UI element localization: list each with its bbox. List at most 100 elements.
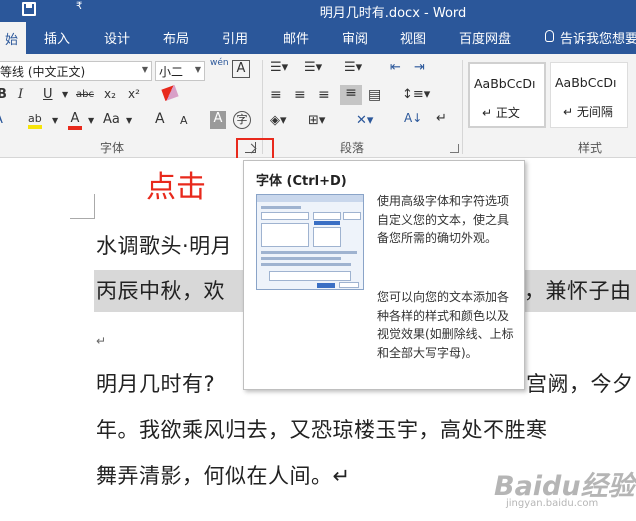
style-name: ↵ 无间隔 [563, 105, 613, 119]
increase-indent-icon[interactable]: ⇥ [414, 60, 425, 75]
align-right-icon[interactable]: ≡ [318, 87, 330, 103]
styles-group-label: 样式 [578, 141, 603, 155]
preview-button [317, 283, 335, 288]
character-shading-button[interactable]: A [210, 111, 226, 129]
text-effects-button[interactable]: A [0, 112, 3, 127]
tab-view[interactable]: 视图 [400, 28, 426, 47]
preview-field [313, 212, 341, 220]
window-title: 明月几时有.docx - Word [319, 6, 467, 21]
tooltip-title: 字体 (Ctrl+D) [256, 174, 347, 189]
style-normal[interactable]: AaBbCcDı ↵ 正文 [468, 62, 546, 128]
align-center-icon[interactable]: ≡ [294, 87, 306, 103]
justify-icon[interactable]: ≡ [340, 85, 362, 105]
ribbon-tab-row: 始 插入 设计 布局 引用 邮件 审阅 视图 百度网盘 告诉我您想要 [0, 22, 636, 54]
font-dialog-tooltip: 字体 (Ctrl+D) 使用高级字体和字符选项自定义您的文本，使之具备您所需的确… [243, 160, 525, 390]
shrink-font-button[interactable]: A [180, 114, 188, 127]
shading-icon[interactable]: ◈▾ [270, 113, 287, 128]
bold-button[interactable]: B [0, 87, 7, 102]
doc-line-preface-start: 丙辰中秋，欢 [96, 279, 225, 303]
sort-icon[interactable]: A↓ [404, 111, 422, 125]
bullets-icon[interactable]: ☰▾ [270, 60, 288, 75]
margin-corner-mark [70, 218, 95, 219]
superscript-button[interactable]: x² [128, 87, 140, 101]
preview-field [343, 212, 361, 220]
doc-line-preface-end: ，兼怀子由 [524, 279, 632, 303]
enclose-characters-button[interactable]: 字 [233, 111, 251, 129]
styles-gallery: AaBbCcDı ↵ 正文 AaBbCcDı ↵ 无间隔 [468, 62, 636, 132]
font-name-combo[interactable]: 等线 (中文正文) ▼ [0, 61, 152, 81]
decrease-indent-icon[interactable]: ⇤ [390, 60, 401, 75]
tab-home[interactable]: 始 [0, 22, 26, 54]
ribbon-home: 等线 (中文正文) ▼ 小二 ▼ wén A B I U ▼ abc x₂ x²… [0, 54, 636, 158]
doc-line-verse-1-start: 明月几时有? [96, 372, 216, 396]
numbering-icon[interactable]: ☰▾ [304, 60, 322, 75]
doc-line-verse-3: 舞弄清影，何似在人间。↵ [96, 464, 351, 488]
preview-field [261, 212, 309, 220]
line-spacing-icon[interactable]: ↕≡▾ [402, 87, 430, 102]
borders-icon[interactable]: ⊞▾ [308, 113, 325, 128]
show-marks-icon[interactable]: ↵ [436, 111, 447, 126]
style-sample: AaBbCcDı [555, 75, 617, 90]
doc-line-verse-1-end: 宫阙，今夕 [526, 372, 634, 396]
group-divider [462, 60, 463, 154]
doc-line-title: 水调歌头·明月 [96, 234, 233, 258]
highlight-button[interactable]: ab [28, 112, 42, 129]
font-size-combo[interactable]: 小二 ▼ [155, 61, 205, 81]
preview-row [261, 263, 351, 266]
tooltip-description-1: 使用高级字体和字符选项自定义您的文本，使之具备您所需的确切外观。 [377, 194, 510, 245]
tab-insert[interactable]: 插入 [44, 28, 70, 47]
font-group-label: 字体 [100, 141, 125, 155]
tab-baidu-netdisk[interactable]: 百度网盘 [459, 28, 511, 47]
chevron-down-icon: ▼ [141, 65, 148, 74]
font-size-value: 小二 [159, 65, 184, 79]
doc-line-verse-2: 年。我欲乘风归去，又恐琼楼玉宇，高处不胜寒 [96, 418, 548, 442]
paragraph-group-label: 段落 [340, 141, 365, 155]
phonetic-guide-button[interactable]: wén [210, 58, 229, 68]
chevron-down-icon[interactable]: ▼ [88, 116, 94, 125]
baidu-jingyan-watermark: Baidu经验 jingyan.baidu.com [484, 464, 635, 516]
tab-review[interactable]: 审阅 [342, 28, 368, 47]
clear-formatting-icon[interactable] [161, 84, 179, 102]
tab-layout[interactable]: 布局 [163, 28, 189, 47]
font-dialog-preview-image [256, 194, 364, 290]
character-border-button[interactable]: A [232, 60, 250, 78]
strikethrough-button[interactable]: abc [76, 89, 94, 100]
italic-button[interactable]: I [18, 87, 23, 102]
preview-row [261, 257, 341, 260]
tooltip-description-2: 您可以向您的文本添加各种各样的样式和颜色以及视觉效果(如删除线、上标和全部大写字… [377, 290, 514, 360]
multilevel-list-icon[interactable]: ☰▾ [344, 60, 362, 75]
preview-selection [314, 221, 340, 225]
paragraph-dialog-launcher[interactable] [450, 144, 459, 153]
preview-button [339, 282, 359, 288]
preview-list [313, 227, 341, 247]
preview-row [261, 251, 357, 254]
preview-list [261, 223, 309, 247]
tell-me-box[interactable]: 告诉我您想要 [560, 28, 636, 47]
grow-font-button[interactable]: A [155, 111, 165, 127]
preview-sample-box [269, 271, 351, 281]
preview-row [261, 206, 301, 209]
change-case-button[interactable]: Aa [103, 112, 120, 127]
distributed-icon[interactable]: ▤ [368, 87, 381, 103]
tab-mailings[interactable]: 邮件 [283, 28, 309, 47]
title-bar: ₹ 明月几时有.docx - Word [0, 0, 636, 22]
word-window: ₹ 明月几时有.docx - Word 始 插入 设计 布局 引用 邮件 审阅 … [0, 0, 636, 521]
paragraph-mark: ↵ [96, 334, 107, 348]
font-color-button[interactable]: A [68, 111, 82, 130]
chevron-down-icon[interactable]: ▼ [52, 116, 58, 125]
tab-references[interactable]: 引用 [222, 28, 248, 47]
chevron-down-icon[interactable]: ▼ [126, 116, 132, 125]
chevron-down-icon[interactable]: ▼ [62, 90, 68, 99]
style-name: ↵ 正文 [482, 106, 520, 120]
style-no-spacing[interactable]: AaBbCcDı ↵ 无间隔 [550, 62, 628, 128]
font-name-value: 等线 (中文正文) [0, 65, 86, 79]
lightbulb-icon [545, 30, 554, 42]
chinese-layout-icon[interactable]: ✕▾ [356, 113, 373, 128]
preview-titlebar [257, 195, 363, 202]
annotation-click: 点击 [146, 170, 206, 205]
underline-button[interactable]: U [43, 87, 53, 102]
tab-design[interactable]: 设计 [104, 28, 130, 47]
watermark-url: jingyan.baidu.com [506, 498, 599, 509]
align-left-icon[interactable]: ≡ [270, 87, 282, 103]
subscript-button[interactable]: x₂ [104, 87, 116, 101]
